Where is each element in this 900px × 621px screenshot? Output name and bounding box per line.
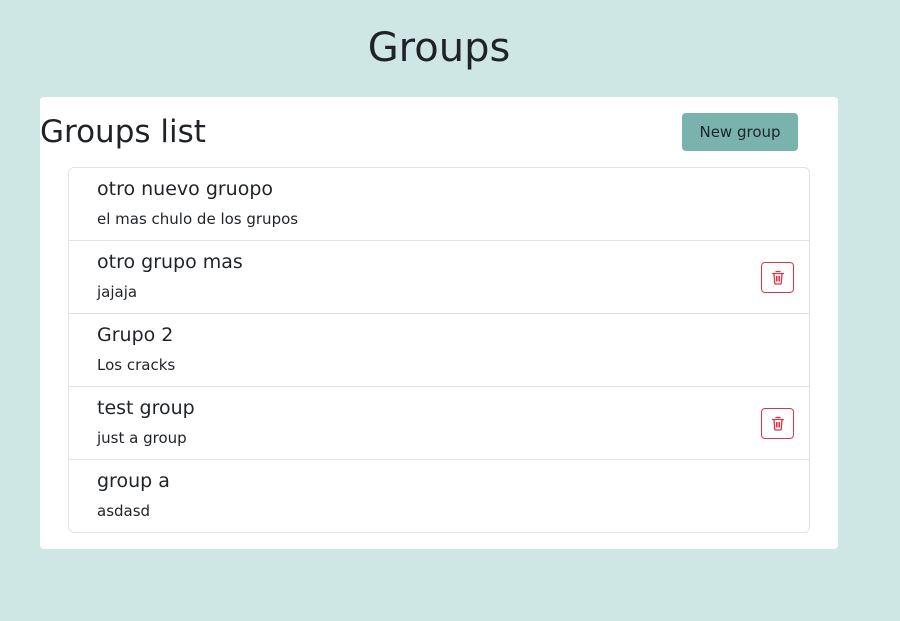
list-item[interactable]: group a asdasd — [69, 459, 809, 532]
group-name: test group — [97, 397, 195, 419]
group-description: jajaja — [97, 283, 138, 301]
trash-icon — [771, 270, 784, 285]
list-item[interactable]: Grupo 2 Los cracks — [69, 313, 809, 386]
group-description: asdasd — [97, 502, 151, 520]
group-description: just a group — [97, 429, 187, 447]
group-name: Grupo 2 — [97, 324, 174, 346]
list-item[interactable]: otro grupo mas jajaja — [69, 240, 809, 313]
group-list: otro nuevo gruopo el mas chulo de los gr… — [68, 167, 810, 533]
delete-group-button[interactable] — [761, 408, 794, 439]
group-description: el mas chulo de los grupos — [97, 210, 299, 228]
new-group-button[interactable]: New group — [682, 113, 798, 151]
group-name: group a — [97, 470, 170, 492]
groups-list-title: Groups list — [40, 114, 206, 150]
group-description: Los cracks — [97, 356, 176, 374]
page-title: Groups — [367, 25, 511, 71]
card-header: Groups list New group — [40, 113, 798, 151]
group-name: otro grupo mas — [97, 251, 243, 273]
list-item[interactable]: test group just a group — [69, 386, 809, 459]
delete-group-button[interactable] — [761, 262, 794, 293]
list-item[interactable]: otro nuevo gruopo el mas chulo de los gr… — [69, 168, 809, 240]
trash-icon — [771, 416, 784, 431]
group-name: otro nuevo gruopo — [97, 178, 274, 200]
